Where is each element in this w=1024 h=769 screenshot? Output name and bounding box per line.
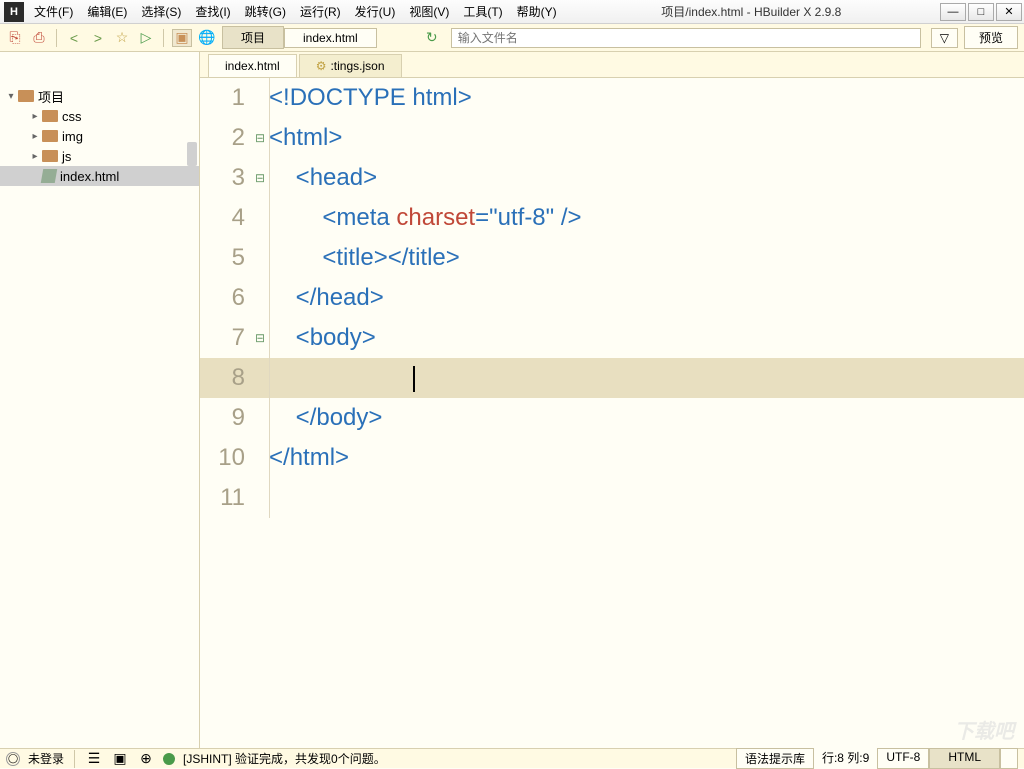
menu-item[interactable]: 发行(U) bbox=[349, 1, 402, 22]
menu-item[interactable]: 视图(V) bbox=[403, 1, 455, 22]
encoding-button[interactable]: UTF-8 bbox=[877, 748, 929, 769]
breadcrumb: 项目 index.html bbox=[222, 26, 377, 49]
run-icon[interactable]: ▷ bbox=[137, 29, 155, 47]
browser-icon[interactable]: 🌐 bbox=[198, 29, 216, 47]
list-icon[interactable]: ☰ bbox=[85, 750, 103, 768]
editor-area: index.html⚙:tings.json 1<!DOCTYPE html>2… bbox=[200, 52, 1024, 748]
watermark: 下载吧 bbox=[954, 715, 1014, 744]
code-line[interactable]: 10</html> bbox=[200, 438, 1024, 478]
minimize-button[interactable]: — bbox=[940, 3, 966, 21]
terminal-icon[interactable]: ▣ bbox=[111, 750, 129, 768]
cursor-position[interactable]: 行:8 列:9 bbox=[814, 748, 877, 769]
close-button[interactable]: ✕ bbox=[996, 3, 1022, 21]
menu-item[interactable]: 编辑(E) bbox=[81, 1, 133, 22]
app-icon: H bbox=[4, 2, 24, 22]
status-ok-icon bbox=[163, 753, 175, 765]
menu-item[interactable]: 帮助(Y) bbox=[511, 1, 563, 22]
search-input[interactable] bbox=[451, 28, 921, 48]
menu-item[interactable]: 运行(R) bbox=[294, 1, 347, 22]
titlebar: H 文件(F)编辑(E)选择(S)查找(I)跳转(G)运行(R)发行(U)视图(… bbox=[0, 0, 1024, 24]
folder-icon[interactable]: ▣ bbox=[172, 29, 192, 47]
code-line[interactable]: 5 <title></title> bbox=[200, 238, 1024, 278]
editor-tab[interactable]: ⚙:tings.json bbox=[299, 54, 402, 77]
code-line[interactable]: 11 bbox=[200, 478, 1024, 518]
menu-item[interactable]: 跳转(G) bbox=[239, 1, 292, 22]
scrollbar-thumb[interactable] bbox=[187, 142, 197, 166]
window-title: 项目/index.html - HBuilder X 2.9.8 bbox=[563, 3, 940, 20]
code-line[interactable]: 8 bbox=[200, 358, 1024, 398]
tabs: index.html⚙:tings.json bbox=[200, 52, 1024, 78]
user-icon[interactable]: ◯ bbox=[6, 752, 20, 766]
editor-tab[interactable]: index.html bbox=[208, 54, 297, 77]
breadcrumb-file[interactable]: index.html bbox=[284, 28, 377, 48]
new-file-icon[interactable]: ⎘ bbox=[6, 29, 24, 47]
code-line[interactable]: 3⊟ <head> bbox=[200, 158, 1024, 198]
code-editor[interactable]: 1<!DOCTYPE html>2⊟<html>3⊟ <head>4 <meta… bbox=[200, 78, 1024, 748]
menu-item[interactable]: 工具(T) bbox=[457, 1, 508, 22]
tree-item[interactable]: ▸css bbox=[0, 106, 199, 126]
code-line[interactable]: 1<!DOCTYPE html> bbox=[200, 78, 1024, 118]
globe-icon[interactable]: ⊕ bbox=[137, 750, 155, 768]
code-line[interactable]: 6 </head> bbox=[200, 278, 1024, 318]
save-icon[interactable]: ⎙ bbox=[30, 29, 48, 47]
code-line[interactable]: 4 <meta charset="utf-8" /> bbox=[200, 198, 1024, 238]
breadcrumb-project[interactable]: 项目 bbox=[222, 26, 284, 49]
login-status[interactable]: 未登录 bbox=[28, 750, 64, 767]
preview-button[interactable]: 预览 bbox=[964, 26, 1018, 49]
gear-icon: ⚙ bbox=[316, 59, 327, 73]
tree-root[interactable]: ▾项目 bbox=[0, 86, 199, 106]
tree-item[interactable]: index.html bbox=[0, 166, 199, 186]
tree-item[interactable]: ▸img bbox=[0, 126, 199, 146]
menu-item[interactable]: 选择(S) bbox=[135, 1, 187, 22]
code-line[interactable]: 7⊟ <body> bbox=[200, 318, 1024, 358]
star-icon[interactable]: ☆ bbox=[113, 29, 131, 47]
code-line[interactable]: 9 </body> bbox=[200, 398, 1024, 438]
statusbar: ◯ 未登录 ☰ ▣ ⊕ [JSHINT] 验证完成，共发现0个问题。 语法提示库… bbox=[0, 748, 1024, 768]
sidebar: ▾项目 ▸css▸img▸jsindex.html bbox=[0, 52, 200, 748]
language-button[interactable]: HTML bbox=[929, 748, 1000, 769]
window-controls: — □ ✕ bbox=[940, 3, 1024, 21]
toolbar: ⎘ ⎙ < > ☆ ▷ ▣ 🌐 项目 index.html ↻ ▽ 预览 bbox=[0, 24, 1024, 52]
maximize-button[interactable]: □ bbox=[968, 3, 994, 21]
filter-button[interactable]: ▽ bbox=[931, 28, 958, 48]
jshint-status: [JSHINT] 验证完成，共发现0个问题。 bbox=[183, 750, 386, 767]
forward-icon[interactable]: > bbox=[89, 29, 107, 47]
status-end[interactable] bbox=[1000, 748, 1018, 769]
refresh-icon[interactable]: ↻ bbox=[423, 29, 441, 47]
menu-item[interactable]: 查找(I) bbox=[189, 1, 236, 22]
tree-item[interactable]: ▸js bbox=[0, 146, 199, 166]
code-line[interactable]: 2⊟<html> bbox=[200, 118, 1024, 158]
menu-item[interactable]: 文件(F) bbox=[28, 1, 79, 22]
menubar: 文件(F)编辑(E)选择(S)查找(I)跳转(G)运行(R)发行(U)视图(V)… bbox=[28, 1, 563, 22]
back-icon[interactable]: < bbox=[65, 29, 83, 47]
syntax-button[interactable]: 语法提示库 bbox=[736, 748, 814, 769]
